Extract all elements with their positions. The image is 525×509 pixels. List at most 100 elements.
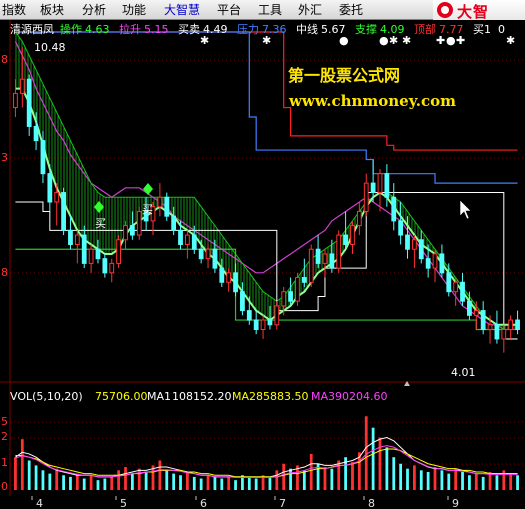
candle-body	[88, 248, 94, 264]
candle-body	[178, 229, 183, 245]
candle-body	[68, 229, 73, 245]
candle-body	[281, 291, 287, 307]
stock-chart[interactable]: 清源西凤 操作 4.63 拉升 5.15 买卖 4.49 压力 7.36 中线 5.67 支撑 4.0…	[0, 20, 525, 509]
candle-body	[185, 234, 190, 246]
ma2-label: MA2	[232, 390, 256, 403]
candle-body	[109, 262, 115, 274]
price-axis-label: 8	[1, 266, 8, 279]
high-price-label: 10.48	[34, 41, 66, 54]
candle-body	[405, 234, 410, 250]
menu-item-9[interactable]: 委托	[339, 3, 363, 17]
buy-signal-label: 买	[95, 217, 106, 230]
ma1-label: MA1	[147, 390, 171, 403]
menu-item-2[interactable]: 板块	[40, 3, 64, 17]
buy-signal-label: 买	[142, 203, 153, 216]
signal-icon: ✱	[200, 34, 209, 47]
candle-body	[274, 305, 280, 326]
x-axis-label: 7	[279, 497, 286, 509]
watermark-url: www.chnmoney.com	[288, 92, 456, 110]
candle-body	[267, 319, 273, 326]
price-axis-label: 3	[1, 151, 8, 164]
candle-body	[467, 300, 472, 316]
menu-item-8[interactable]: 外汇	[298, 3, 322, 17]
ma3-label: MA3	[311, 390, 335, 403]
candle-body	[129, 225, 135, 236]
candle-body	[329, 253, 335, 269]
low-price-label: 4.01	[451, 366, 476, 379]
candle-body	[336, 234, 342, 269]
price-axis-label: 8	[1, 53, 8, 66]
stock-name: 清源西凤	[10, 22, 54, 36]
candle-body	[157, 196, 163, 208]
candle-body	[460, 281, 465, 302]
candle-body	[480, 310, 486, 331]
candle-body	[453, 281, 459, 293]
candle-body	[95, 248, 101, 260]
watermark-title: 第一股票公式网	[288, 66, 400, 85]
volume-axis-label: 1	[1, 456, 8, 469]
candle-body	[40, 140, 46, 175]
menu-item-4[interactable]: 功能	[122, 3, 146, 17]
menu-item-7[interactable]: 工具	[258, 3, 282, 17]
x-axis-label: 5	[120, 497, 127, 509]
ma2-value: 85883.50	[256, 390, 309, 403]
volume-axis-label: 0	[1, 480, 8, 493]
candle-body	[13, 92, 18, 109]
candle-body	[384, 173, 390, 198]
candle-body	[116, 239, 122, 264]
candle-body	[446, 272, 452, 293]
candle-body	[191, 234, 197, 250]
volume-axis-label: 2	[1, 430, 8, 443]
indicator-value-2: 5.15	[144, 23, 169, 36]
candle-body	[432, 253, 438, 269]
candle-body	[343, 234, 348, 246]
x-axis-label: 8	[368, 497, 375, 509]
indicator-label-7: 顶部	[414, 22, 436, 36]
candle-body	[219, 267, 225, 283]
signal-icon: ✚	[436, 34, 445, 47]
candle-body	[198, 248, 204, 260]
candle-body	[164, 196, 170, 217]
candle-body	[226, 272, 232, 283]
candle-body	[246, 310, 252, 321]
candle-body	[74, 234, 80, 246]
volume-header: VOL(5,10,20) 75706.00 MA1 108152.20 MA2 …	[10, 390, 388, 403]
candle-body	[136, 210, 142, 236]
signal-icon: ✱	[389, 34, 398, 47]
ma1-value: 108152.20	[172, 390, 232, 403]
indicator-label-4: 压力	[237, 23, 259, 36]
signal-icon: ●	[379, 34, 389, 47]
indicator-label-1: 操作	[60, 22, 82, 36]
signal-icon: ✚	[456, 34, 465, 47]
candle-body	[515, 319, 520, 330]
x-axis-label: 9	[452, 497, 459, 509]
x-axis-bar	[0, 496, 525, 509]
candle-body	[102, 258, 108, 274]
candle-body	[295, 277, 300, 302]
candle-body	[26, 78, 32, 127]
candle-body	[61, 192, 66, 231]
signal-icon: ✱	[402, 34, 411, 47]
menu-item-5[interactable]: 大智慧	[164, 3, 200, 17]
menu-item-1[interactable]: 指数	[2, 3, 26, 17]
ma3-value: 90204.60	[335, 390, 388, 403]
menu-item-6[interactable]: 平台	[217, 3, 241, 17]
candle-body	[123, 225, 128, 241]
candle-body	[301, 277, 307, 283]
candle-body	[494, 324, 500, 340]
signal-icon: ●	[446, 34, 456, 47]
candle-body	[473, 310, 479, 316]
candle-body	[425, 258, 431, 269]
candle-body	[350, 225, 355, 246]
indicator-label-3: 买卖	[178, 23, 200, 36]
volume-axis-label: 5	[1, 415, 8, 428]
candle-body	[171, 215, 177, 231]
candle-body	[47, 173, 53, 203]
indicator-label-5: 中线	[296, 22, 318, 36]
menu-item-3[interactable]: 分析	[82, 3, 106, 17]
candle-body	[212, 248, 218, 269]
x-axis-label: 6	[200, 497, 207, 509]
indicator-label-2: 拉升	[119, 22, 141, 36]
candle-body	[288, 291, 293, 302]
indicator-value-1: 4.63	[85, 23, 110, 36]
